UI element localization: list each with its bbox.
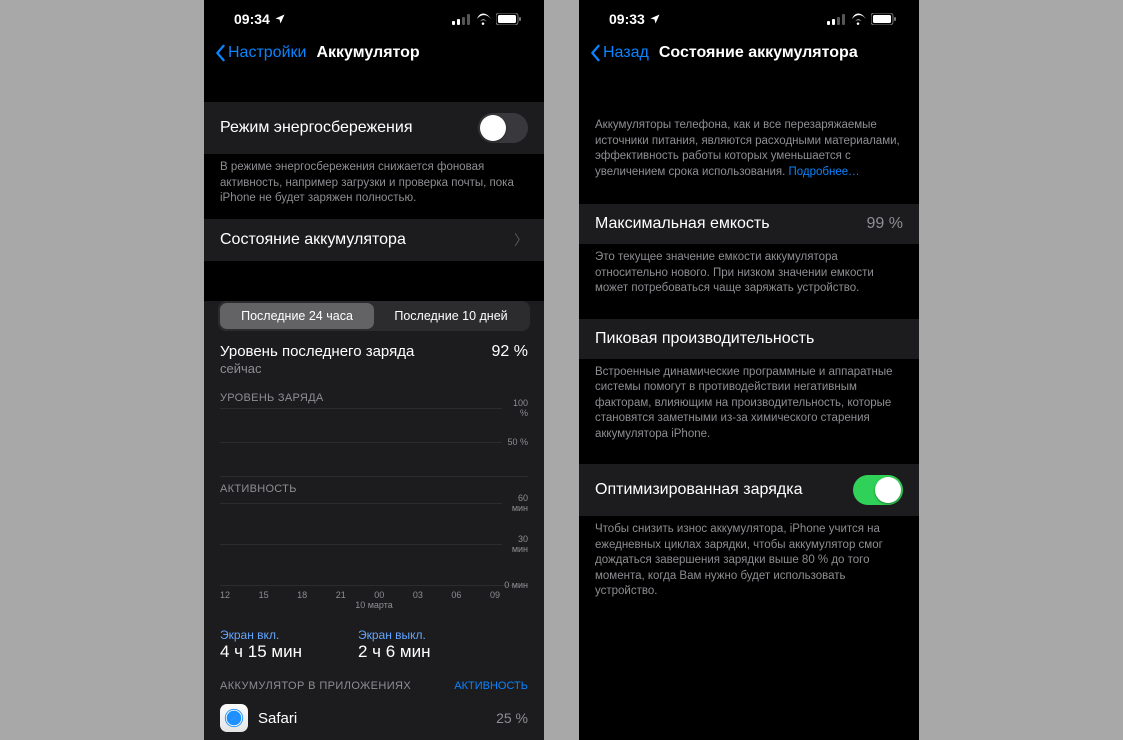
- battery-intro-text: Аккумуляторы телефона, как и все перезар…: [579, 112, 919, 192]
- seg-10d[interactable]: Последние 10 дней: [374, 303, 528, 329]
- back-button[interactable]: Настройки: [214, 44, 306, 62]
- page-title: Аккумулятор: [316, 44, 419, 62]
- screen-off-value: 2 ч 6 мин: [358, 642, 431, 662]
- time-range-segmented-control[interactable]: Последние 24 часа Последние 10 дней: [218, 301, 530, 331]
- max-capacity-row: Максимальная емкость 99 %: [579, 204, 919, 244]
- peak-performance-description: Встроенные динамические программные и ап…: [579, 359, 919, 455]
- app-name: Safari: [258, 710, 297, 727]
- back-button[interactable]: Назад: [589, 44, 649, 62]
- status-bar: 09:33: [579, 0, 919, 32]
- location-icon: [274, 13, 286, 25]
- signal-icon: [827, 14, 845, 25]
- status-bar: 09:34: [204, 0, 544, 32]
- max-capacity-description: Это текущее значение емкости аккумулятор…: [579, 244, 919, 309]
- low-power-mode-toggle[interactable]: [478, 113, 528, 143]
- optimized-charging-toggle[interactable]: [853, 475, 903, 505]
- optimized-charging-description: Чтобы снизить износ аккумулятора, iPhone…: [579, 516, 919, 612]
- wifi-icon: [475, 13, 491, 25]
- chart-x-axis-sub: 10 марта: [220, 600, 528, 618]
- seg-24h[interactable]: Последние 24 часа: [220, 303, 374, 329]
- chevron-right-icon: 〉: [514, 230, 528, 250]
- last-charge-level-sub: сейчас: [204, 361, 544, 386]
- app-percentage: 25 %: [496, 710, 528, 726]
- screen-on-value: 4 ч 15 мин: [220, 642, 302, 662]
- screen-on-label: Экран вкл.: [220, 628, 302, 642]
- apps-header: АККУМУЛЯТОР В ПРИЛОЖЕНИЯХ: [220, 680, 411, 692]
- location-icon: [649, 13, 661, 25]
- screen-off-label: Экран выкл.: [358, 628, 431, 642]
- chart-x-axis: 1215182100030609: [220, 586, 528, 600]
- chevron-left-icon: [589, 44, 601, 62]
- activity-chart: 60 мин 30 мин 0 мин: [220, 503, 528, 586]
- battery-icon: [496, 13, 522, 25]
- peak-performance-header: Пиковая производительность: [579, 319, 919, 359]
- battery-settings-screen: 09:34 Настройки Аккумулятор Режим энерго…: [204, 0, 544, 740]
- status-time: 09:34: [234, 11, 270, 27]
- low-power-mode-description: В режиме энергосбережения снижается фоно…: [204, 154, 544, 219]
- nav-bar: Назад Состояние аккумулятора: [579, 32, 919, 72]
- signal-icon: [452, 14, 470, 25]
- page-title: Состояние аккумулятора: [659, 44, 858, 62]
- battery-health-row[interactable]: Состояние аккумулятора 〉: [204, 219, 544, 261]
- activity-link[interactable]: АКТИВНОСТЬ: [454, 680, 528, 692]
- last-charge-level-label: Уровень последнего заряда: [220, 343, 414, 362]
- battery-level-chart: 100 % 50 %: [220, 408, 528, 477]
- battery-health-label: Состояние аккумулятора: [220, 231, 406, 249]
- back-label: Настройки: [228, 44, 306, 62]
- status-time: 09:33: [609, 11, 645, 27]
- safari-icon: [220, 704, 248, 732]
- wifi-icon: [850, 13, 866, 25]
- back-label: Назад: [603, 44, 649, 62]
- battery-chart-label: УРОВЕНЬ ЗАРЯДА: [220, 386, 528, 408]
- last-charge-level-value: 92 %: [492, 343, 528, 361]
- optimized-charging-label: Оптимизированная зарядка: [595, 481, 802, 499]
- max-capacity-value: 99 %: [867, 215, 903, 233]
- optimized-charging-row[interactable]: Оптимизированная зарядка: [579, 464, 919, 516]
- battery-health-screen: 09:33 Назад Состояние аккумулятора Аккум…: [579, 0, 919, 740]
- chevron-left-icon: [214, 44, 226, 62]
- app-usage-row[interactable]: Safari 25 %: [204, 698, 544, 738]
- low-power-mode-label: Режим энергосбережения: [220, 119, 413, 137]
- nav-bar: Настройки Аккумулятор: [204, 32, 544, 72]
- activity-chart-label: АКТИВНОСТЬ: [220, 477, 528, 499]
- max-capacity-label: Максимальная емкость: [595, 215, 770, 233]
- learn-more-link[interactable]: Подробнее…: [789, 166, 860, 178]
- low-power-mode-row[interactable]: Режим энергосбережения: [204, 102, 544, 154]
- battery-icon: [871, 13, 897, 25]
